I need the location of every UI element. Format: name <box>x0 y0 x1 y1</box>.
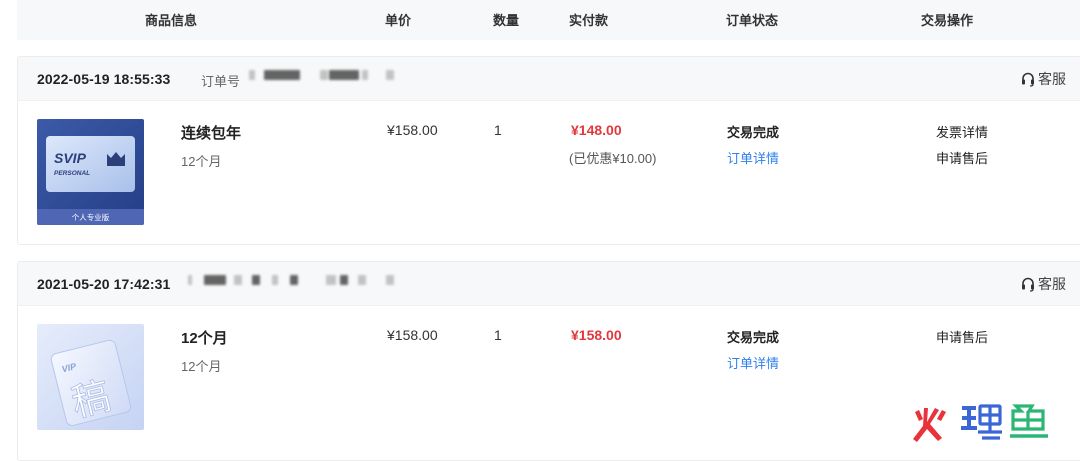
order-status: 交易完成 <box>727 330 780 345</box>
product-name[interactable]: 连续包年 <box>181 122 241 143</box>
order-body: SVIP PERSONAL 个人专业版 连续包年 12个月 ¥158.00 1 … <box>18 101 1080 244</box>
order-number-label: 订单号 <box>201 74 241 89</box>
product-spec: 12个月 <box>181 154 222 169</box>
order-detail-link[interactable]: 订单详情 <box>727 148 779 167</box>
redacted-block <box>188 275 192 285</box>
svip-caption: 个人专业版 <box>72 212 110 222</box>
redacted-block <box>326 275 336 285</box>
table-header: 商品信息 单价 数量 实付款 订单状态 交易操作 <box>17 0 1080 40</box>
svip-card-image: SVIP PERSONAL 个人专业版 <box>37 119 144 225</box>
invoice-detail-button[interactable]: 发票详情 <box>936 122 988 141</box>
unit-price: ¥158.00 <box>387 122 438 138</box>
col-header-unit-price: 单价 <box>385 13 412 28</box>
redacted-block <box>386 70 394 80</box>
customer-service-button[interactable]: 客服 <box>1020 69 1066 89</box>
col-header-actions: 交易操作 <box>921 13 974 28</box>
redacted-block <box>234 275 242 285</box>
customer-service-label: 客服 <box>1038 276 1066 292</box>
paid-amount: ¥148.00 <box>571 122 622 138</box>
product-thumbnail-vip[interactable]: VIP 稿 <box>37 324 144 430</box>
redacted-block <box>386 275 394 285</box>
redacted-block <box>264 70 300 80</box>
redacted-block <box>362 70 368 80</box>
order-detail-link[interactable]: 订单详情 <box>727 353 779 372</box>
order-date: 2021-05-20 17:42:31 <box>37 276 171 292</box>
order-status: 交易完成 <box>727 125 780 140</box>
watermark-logo <box>913 404 1048 442</box>
quantity: 1 <box>494 122 502 138</box>
quantity: 1 <box>494 327 502 343</box>
redacted-block <box>249 70 255 80</box>
order-date: 2022-05-19 18:55:33 <box>37 71 171 87</box>
product-thumbnail-svip[interactable]: SVIP PERSONAL 个人专业版 <box>37 119 144 225</box>
discount-note: (已优惠¥10.00) <box>569 151 657 166</box>
redacted-block <box>340 275 348 285</box>
headset-icon <box>1022 72 1034 87</box>
redacted-block <box>329 70 359 80</box>
redacted-block <box>320 70 328 80</box>
paid-amount: ¥158.00 <box>571 327 622 343</box>
order-header: 2022-05-19 18:55:33 订单号 客服 <box>18 57 1080 101</box>
order-header: 2021-05-20 17:42:31 客服 <box>18 262 1080 306</box>
product-spec: 12个月 <box>181 359 222 374</box>
svip-sub-text: PERSONAL <box>54 170 90 177</box>
col-header-quantity: 数量 <box>493 13 520 28</box>
svip-brand-text: SVIP <box>54 150 87 166</box>
redacted-block <box>358 275 366 285</box>
redacted-block <box>272 275 278 285</box>
customer-service-button[interactable]: 客服 <box>1020 274 1066 294</box>
order-card: 2022-05-19 18:55:33 订单号 客服 SVIP PERSONAL… <box>17 56 1080 245</box>
after-sales-button[interactable]: 申请售后 <box>936 148 988 167</box>
redacted-block <box>252 275 260 285</box>
product-name[interactable]: 12个月 <box>181 327 228 348</box>
unit-price: ¥158.00 <box>387 327 438 343</box>
vip-card-image: VIP 稿 <box>37 324 144 430</box>
col-header-product: 商品信息 <box>145 13 198 28</box>
col-header-status: 订单状态 <box>726 13 779 28</box>
headset-icon <box>1022 277 1034 292</box>
redacted-block <box>204 275 226 285</box>
col-header-paid: 实付款 <box>569 13 609 28</box>
redacted-block <box>290 275 298 285</box>
customer-service-label: 客服 <box>1038 71 1066 87</box>
after-sales-button[interactable]: 申请售后 <box>936 327 988 346</box>
